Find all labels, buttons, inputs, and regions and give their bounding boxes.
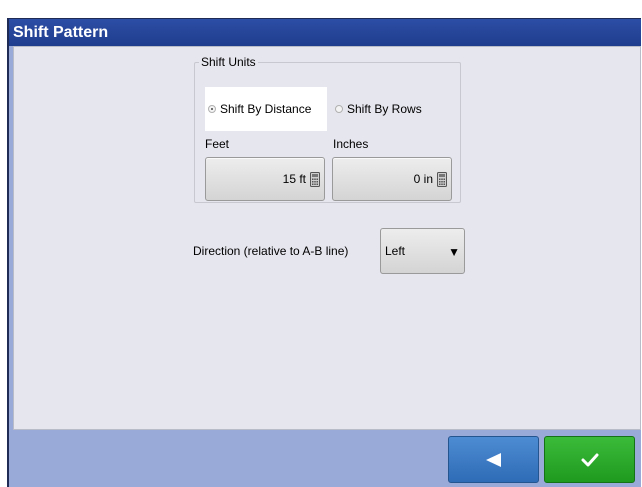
- direction-label: Direction (relative to A-B line): [193, 244, 349, 258]
- shift-by-rows-label: Shift By Rows: [347, 102, 422, 116]
- direction-dropdown[interactable]: Left ▼: [380, 228, 465, 274]
- dropdown-arrow-icon: ▼: [448, 245, 460, 259]
- shift-units-radio-group: Shift By Distance Shift By Rows: [205, 87, 450, 131]
- shift-by-rows-radio[interactable]: Shift By Rows: [332, 87, 450, 131]
- feet-input-button[interactable]: 15 ft: [205, 157, 325, 201]
- radio-selected-icon: [208, 105, 216, 113]
- radio-unselected-icon: [335, 105, 343, 113]
- inches-input-button[interactable]: 0 in: [332, 157, 452, 201]
- shift-pattern-window: Shift Pattern Shift Units Shift By Dista…: [7, 18, 641, 487]
- inches-value: 0 in: [413, 172, 433, 186]
- accept-button[interactable]: [544, 436, 635, 483]
- feet-value: 15 ft: [282, 172, 306, 186]
- window-title: Shift Pattern: [9, 19, 641, 46]
- left-arrow-icon: [485, 452, 501, 467]
- shift-units-legend: Shift Units: [201, 55, 256, 69]
- checkmark-icon: [581, 453, 598, 466]
- inches-label: Inches: [333, 137, 369, 151]
- calculator-icon: [437, 171, 447, 187]
- shift-by-distance-radio[interactable]: Shift By Distance: [205, 87, 327, 131]
- shift-by-distance-label: Shift By Distance: [220, 102, 312, 116]
- back-button[interactable]: [448, 436, 539, 483]
- calculator-icon: [310, 171, 320, 187]
- shift-units-group: Shift Units Shift By Distance Shift By R…: [194, 55, 461, 203]
- feet-label: Feet: [205, 137, 230, 151]
- direction-selected-value: Left: [385, 244, 406, 258]
- content-panel: Shift Units Shift By Distance Shift By R…: [13, 46, 641, 430]
